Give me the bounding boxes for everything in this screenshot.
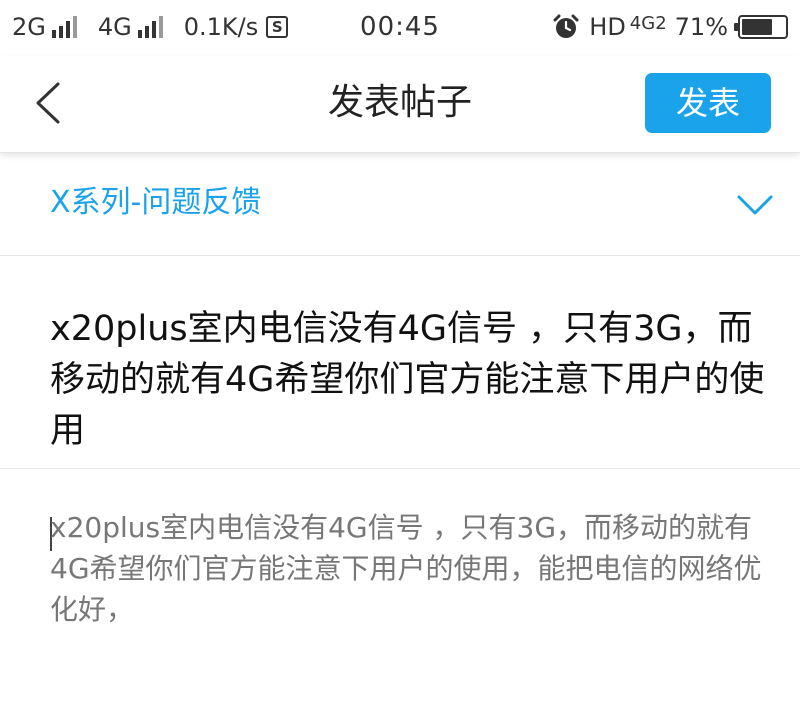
category-label: X系列-问题反馈: [50, 185, 262, 220]
hd-indicator: HD: [589, 13, 626, 41]
alarm-clock-icon: [553, 14, 579, 38]
body-input-area[interactable]: x20plus室内电信没有4G信号 ，只有3G，而移动的就有4G希望你们官方能注…: [0, 469, 800, 708]
post-title-input[interactable]: x20plus室内电信没有4G信号 ，只有3G，而移动的就有4G希望你们官方能注…: [50, 304, 775, 457]
title-input-area[interactable]: x20plus室内电信没有4G信号 ，只有3G，而移动的就有4G希望你们官方能注…: [0, 256, 800, 469]
status-bar: 2G 4G 0.1K/s S 00:45 HD 4G2 71%: [0, 0, 800, 56]
publish-button[interactable]: 发表: [645, 73, 771, 133]
battery-fill: [742, 19, 772, 35]
battery-icon: [734, 15, 788, 39]
app-header: 发表帖子 发表: [0, 56, 800, 153]
lte-sub: 2: [655, 12, 667, 34]
post-body-input[interactable]: x20plus室内电信没有4G信号 ，只有3G，而移动的就有4G希望你们官方能注…: [50, 507, 770, 630]
status-right: HD 4G2 71%: [553, 12, 788, 42]
chevron-down-icon[interactable]: [735, 188, 775, 222]
category-selector[interactable]: X系列-问题反馈: [0, 153, 800, 256]
lte-indicator: 4G2: [629, 12, 667, 34]
battery-percent: 71%: [674, 13, 728, 41]
